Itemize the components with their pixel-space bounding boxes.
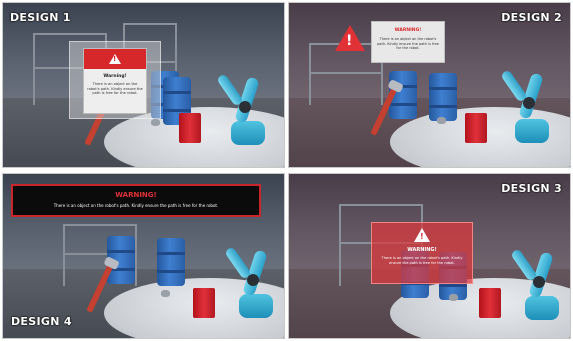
blue-barrel — [157, 238, 185, 286]
small-object — [151, 119, 160, 126]
robot-joint — [239, 101, 251, 113]
robot-joint — [533, 276, 545, 288]
design-3-panel: ! WARNING! There is an object on the rob… — [288, 173, 571, 339]
red-obstacle-box — [179, 113, 201, 143]
design-1-panel: Warning! There is an object on the robot… — [2, 2, 285, 168]
red-obstacle-box — [193, 288, 215, 318]
blue-barrel — [429, 73, 457, 121]
warning-dialog: Warning! There is an object on the robot… — [83, 48, 147, 114]
robot-base — [239, 294, 273, 318]
warning-triangle-icon — [109, 54, 121, 64]
robot-base — [525, 296, 559, 320]
robot-joint — [523, 97, 535, 109]
small-object — [437, 117, 446, 124]
warning-header-bar — [84, 49, 146, 69]
warning-title: WARNING! — [394, 28, 422, 33]
robot-joint — [247, 274, 259, 286]
warning-title: WARNING! — [407, 247, 437, 253]
red-obstacle-box — [465, 113, 487, 143]
warning-banner: WARNING! There is an object on the robot… — [11, 184, 261, 217]
warning-title: WARNING! — [115, 191, 157, 199]
warning-dialog: ! WARNING! There is an object on the rob… — [371, 222, 473, 284]
design-label: DESIGN 2 — [501, 11, 562, 24]
small-object — [161, 290, 170, 297]
robot-base — [515, 119, 549, 143]
warning-message: There is an object on the robot's path. … — [381, 256, 463, 265]
design-label: DESIGN 4 — [11, 315, 72, 328]
warning-message: There is an object on the robot's path. … — [87, 82, 143, 96]
warning-message: There is an object on the robot's path. … — [377, 37, 439, 51]
warning-message: There is an object on the robot's path. … — [53, 203, 219, 208]
exclamation-icon: ! — [420, 232, 424, 241]
robot-base — [231, 121, 265, 145]
exclamation-icon: ! — [346, 33, 353, 49]
design-label: DESIGN 3 — [501, 182, 562, 195]
design-4-panel: WARNING! There is an object on the robot… — [2, 173, 285, 339]
small-object — [449, 294, 458, 301]
red-obstacle-box — [479, 288, 501, 318]
design-label: DESIGN 1 — [10, 11, 71, 24]
design-2-panel: ! WARNING! There is an object on the rob… — [288, 2, 571, 168]
warning-dialog: WARNING! There is an object on the robot… — [371, 21, 445, 63]
warning-title: Warning! — [103, 74, 127, 79]
